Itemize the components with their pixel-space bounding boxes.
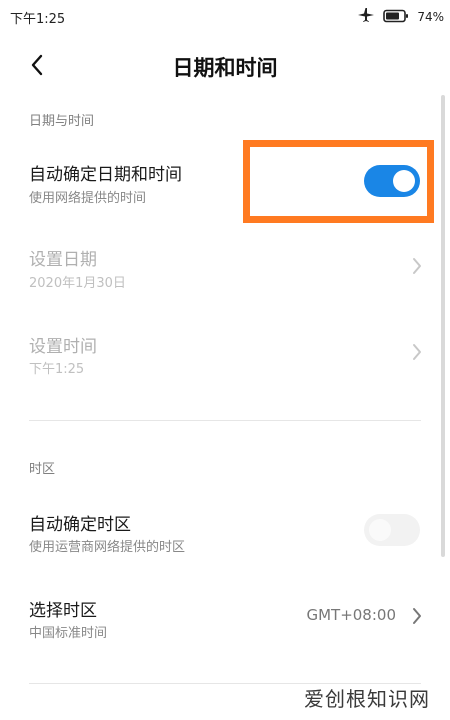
scrollbar[interactable]: [441, 95, 445, 557]
chevron-right-icon: [413, 608, 421, 624]
set-time-title: 设置时间: [29, 337, 97, 357]
set-time-value: 下午1:25: [29, 362, 85, 377]
select-time-zone-title: 选择时区: [29, 601, 97, 621]
section-divider: [29, 420, 421, 421]
status-icons: 74%: [357, 7, 444, 27]
select-time-zone-subtitle: 中国标准时间: [29, 626, 108, 641]
chevron-right-icon: [413, 258, 421, 274]
section-header-time-zone: 时区: [29, 462, 56, 477]
title-bar: 日期和时间: [0, 40, 450, 92]
chevron-right-icon: [413, 344, 421, 360]
time-zone-value: GMT+08:00: [306, 606, 396, 624]
watermark: 爱创根知识网: [304, 687, 430, 711]
page-title: 日期和时间: [172, 56, 278, 80]
battery-percent: 74%: [417, 10, 444, 24]
auto-time-zone-toggle[interactable]: [364, 514, 420, 546]
set-date-value: 2020年1月30日: [29, 276, 126, 291]
auto-time-zone-title: 自动确定时区: [29, 515, 131, 535]
airplane-icon: [357, 7, 375, 27]
auto-date-time-subtitle: 使用网络提供的时间: [29, 191, 147, 206]
auto-date-time-title: 自动确定日期和时间: [29, 165, 182, 185]
section-header-date-time: 日期与时间: [29, 114, 95, 129]
toggle-knob: [369, 519, 391, 541]
set-date-title: 设置日期: [29, 250, 97, 270]
battery-icon: [383, 8, 409, 27]
auto-time-zone-subtitle: 使用运营商网络提供的时区: [29, 540, 186, 555]
status-bar: 下午1:25 74%: [0, 0, 450, 34]
highlight-annotation: [243, 140, 434, 223]
status-time: 下午1:25: [10, 12, 66, 27]
